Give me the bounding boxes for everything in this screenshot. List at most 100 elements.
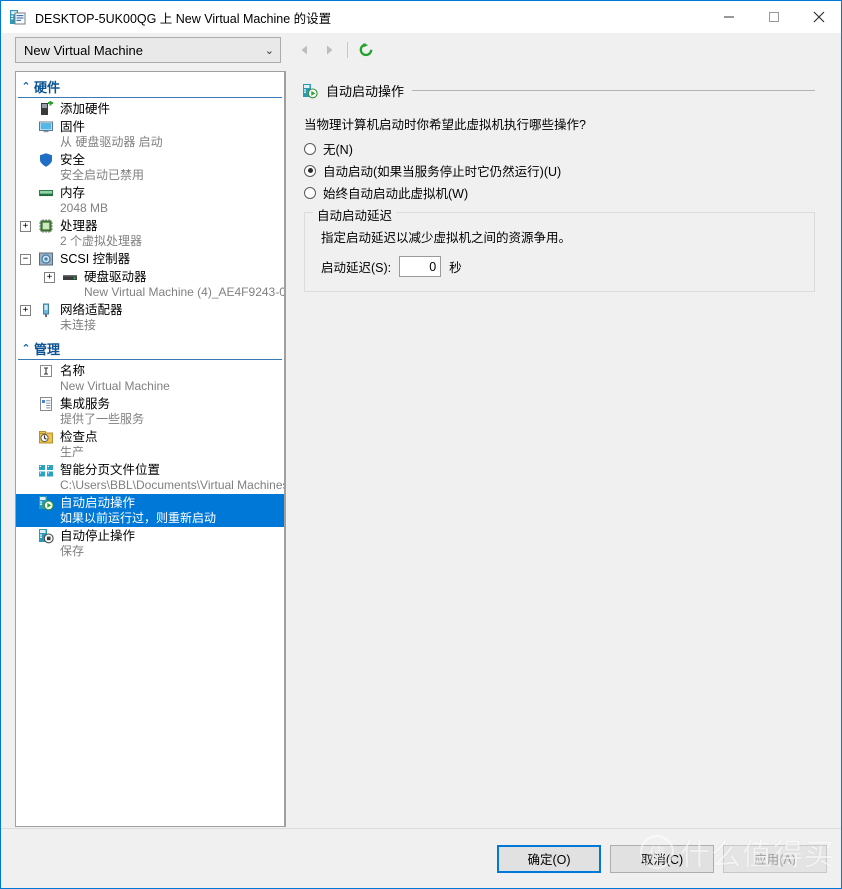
tree-item-sublabel: 从 硬盘驱动器 启动 [60,135,163,149]
radio-option[interactable]: 自动启动(如果当服务停止时它仍然运行)(U) [304,161,829,180]
integration-services-icon [38,396,54,412]
expand-icon[interactable]: + [20,305,31,316]
chevron-down-icon: ⌄ [264,44,274,57]
nav-controls [293,38,378,62]
cancel-button[interactable]: 取消(C) [610,844,714,873]
startup-delay-input[interactable] [399,256,442,277]
tree-group-hardware[interactable]: ⌃ 硬件 [16,76,284,96]
window-controls [706,1,841,32]
tree-item-sublabel: 2 个虚拟处理器 [60,234,143,248]
tree-group-management[interactable]: ⌃ 管理 [16,338,284,358]
tree-item-label: 网络适配器 [60,303,123,317]
expand-icon[interactable]: + [20,221,31,232]
pane-header: 自动启动操作 [298,81,829,100]
scsi-controller-icon [38,251,54,267]
tree-item[interactable]: 安全 安全启动已禁用 [16,151,284,184]
vm-selector-value: New Virtual Machine [24,42,143,58]
tree-item-label: SCSI 控制器 [60,252,131,266]
tree-item[interactable]: 内存 2048 MB [16,184,284,217]
tree-item[interactable]: + 网络适配器 未连接 [16,301,284,334]
tree-group-rule [18,97,282,98]
tree-item-sublabel: 保存 [60,544,85,558]
checkpoint-icon [38,429,54,445]
tree-group-title: 硬件 [34,79,61,95]
refresh-icon[interactable] [354,38,378,62]
settings-window: DESKTOP-5UK00QG 上 New Virtual Machine 的设… [0,0,842,889]
tree-item[interactable]: 自动启动操作 如果以前运行过，则重新启动 [16,494,284,527]
settings-tree[interactable]: ⌃ 硬件 添加硬件 固件从 硬盘驱动器 启动 安全 安全启动已禁用 内存 2048 MB + 处理… [15,71,285,827]
tree-item[interactable]: 检查点 生产 [16,428,284,461]
tree-item[interactable]: 固件从 硬盘驱动器 启动 [16,118,284,151]
maximize-button[interactable] [751,1,796,32]
minimize-button[interactable] [706,1,751,32]
apply-button: 应用(A) [723,844,827,873]
processor-icon [38,218,54,234]
tree-item-sublabel: 提供了一些服务 [60,412,145,426]
back-arrow-icon[interactable] [293,38,317,62]
automatic-start-icon [302,83,318,99]
toolbar: New Virtual Machine ⌄ [1,33,841,67]
tree-item[interactable]: 添加硬件 [16,100,284,118]
tree-item-sublabel: 生产 [60,445,85,459]
automatic-stop-icon [38,528,54,544]
tree-item-label: 处理器 [60,219,98,233]
network-adapter-icon [38,302,54,318]
tree-item-label: 自动停止操作 [60,529,136,543]
startup-action-radio-group[interactable]: 无(N) 自动启动(如果当服务停止时它仍然运行)(U) 始终自动启动此虚拟机(W) [298,139,829,202]
radio-option-label: 始终自动启动此虚拟机(W) [323,187,469,201]
tree-item-label: 智能分页文件位置 [60,463,161,477]
add-hardware-icon [38,100,54,117]
tree-item-label: 固件 [60,120,86,134]
smart-paging-icon [38,462,54,478]
firmware-icon [38,119,54,135]
automatic-start-icon [38,495,54,511]
chevron-up-icon: ⌃ [21,342,31,355]
tree-item-label: 添加硬件 [60,102,111,116]
tree-item-label: 内存 [60,186,86,200]
tree-item-sublabel: 2048 MB [60,201,109,215]
radio-option-label: 自动启动(如果当服务停止时它仍然运行)(U) [323,165,562,179]
radio-selected-icon[interactable] [304,164,316,177]
delay-field-label: 启动延迟(S): [321,261,392,275]
window-title: DESKTOP-5UK00QG 上 New Virtual Machine 的设… [35,11,332,26]
tree-item-label: 自动启动操作 [60,496,136,510]
radio-unselected-icon[interactable] [304,186,316,199]
pane-title: 自动启动操作 [326,84,405,99]
tree-item-label: 安全 [60,153,86,167]
forward-arrow-icon[interactable] [317,38,341,62]
tree-item-label: 名称 [60,364,86,378]
ok-button[interactable]: 确定(O) [497,844,601,873]
tree-item[interactable]: 名称 New Virtual Machine [16,362,284,395]
tree-item[interactable]: + 硬盘驱动器 New Virtual Machine (4)_AE4F9243-0… [16,268,284,301]
tree-item[interactable]: 集成服务 提供了一些服务 [16,395,284,428]
name-icon [38,363,54,379]
tree-group-rule [18,359,282,360]
tree-group-title: 管理 [34,341,61,357]
tree-item-sublabel: New Virtual Machine (4)_AE4F9243-0C… [84,285,285,299]
pane-question: 当物理计算机启动时你希望此虚拟机执行哪些操作? [304,118,586,132]
close-button[interactable] [796,1,841,32]
radio-option[interactable]: 无(N) [304,139,829,158]
delay-field-row: 启动延迟(S): 秒 [321,256,804,277]
tree-item-label: 集成服务 [60,397,111,411]
delay-description: 指定启动延迟以减少虚拟机之间的资源争用。 [321,231,572,245]
tree-item[interactable]: + 处理器 2 个虚拟处理器 [16,217,284,250]
radio-unselected-icon[interactable] [304,142,316,155]
auto-start-delay-group: 自动启动延迟 指定启动延迟以减少虚拟机之间的资源争用。 启动延迟(S): 秒 [304,205,815,292]
tree-item[interactable]: − SCSI 控制器 [16,250,284,268]
expand-icon[interactable]: + [44,272,55,283]
radio-option[interactable]: 始终自动启动此虚拟机(W) [304,183,829,202]
tree-item[interactable]: 自动停止操作 保存 [16,527,284,560]
tree-item[interactable]: 智能分页文件位置 C:\Users\BBL\Documents\Virtual M… [16,461,284,494]
radio-option-label: 无(N) [323,143,353,157]
delay-unit-label: 秒 [449,261,462,275]
hard-drive-icon [62,269,78,285]
tree-item-sublabel: C:\Users\BBL\Documents\Virtual Machines\… [60,478,285,492]
pane-header-rule [412,90,815,91]
tree-item-sublabel: 安全启动已禁用 [60,168,145,182]
title-bar: DESKTOP-5UK00QG 上 New Virtual Machine 的设… [1,1,841,33]
tree-item-sublabel: 如果以前运行过，则重新启动 [60,511,217,525]
vm-selector-dropdown[interactable]: New Virtual Machine ⌄ [15,37,281,63]
chevron-up-icon: ⌃ [21,80,31,93]
collapse-icon[interactable]: − [20,254,31,265]
